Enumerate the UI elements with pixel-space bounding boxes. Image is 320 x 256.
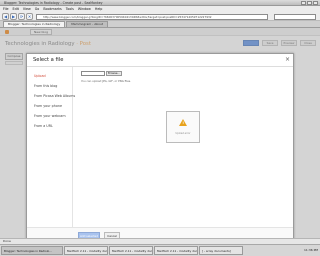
source-this-blog[interactable]: From this blog bbox=[34, 84, 57, 88]
back-button[interactable]: ◀ bbox=[2, 12, 9, 20]
menu-bookmarks[interactable]: Bookmarks bbox=[43, 7, 61, 11]
menu-help[interactable]: Help bbox=[95, 7, 103, 11]
forward-button[interactable]: ▶ bbox=[10, 12, 17, 20]
file-path-input[interactable] bbox=[81, 71, 105, 76]
maximize-button[interactable] bbox=[307, 1, 312, 5]
taskbar-item[interactable]: MedTech 2.11 - modality docum... bbox=[64, 246, 108, 255]
window-title: Blogger: Technologies in Radiology - Cre… bbox=[4, 0, 103, 5]
window-controls bbox=[301, 1, 318, 5]
taskbar-item[interactable]: MedTech 2.11 - modality docum... bbox=[154, 246, 198, 255]
browse-button[interactable]: Browse... bbox=[106, 71, 122, 76]
menu-tools[interactable]: Tools bbox=[66, 7, 74, 11]
clock: 11:36 PM bbox=[304, 248, 318, 252]
source-picasa[interactable]: From Picasa Web Albums bbox=[34, 94, 75, 98]
menu-file[interactable]: File bbox=[3, 7, 9, 11]
uploaded-thumbnail[interactable]: ! Upload error bbox=[166, 111, 200, 143]
page-content: New blog Technologies in Radiology · Pos… bbox=[0, 28, 320, 244]
taskbar-item[interactable]: Blogger: Technologies in Radiolo... bbox=[1, 246, 63, 255]
upload-hint: You can upload JPG, GIF, or PNG files. bbox=[81, 79, 132, 83]
taskbar: Blogger: Technologies in Radiolo... MedT… bbox=[0, 244, 320, 256]
address-bar[interactable]: http://www.blogger.com/blogger.g?blogID=… bbox=[36, 13, 268, 20]
minimize-button[interactable] bbox=[301, 1, 306, 5]
reload-button[interactable]: ⟳ bbox=[18, 12, 25, 20]
menu-edit[interactable]: Edit bbox=[13, 7, 19, 11]
close-window-button[interactable] bbox=[313, 1, 318, 5]
source-upload[interactable]: Upload bbox=[34, 74, 46, 78]
source-phone[interactable]: From your phone bbox=[34, 104, 62, 108]
taskbar-item[interactable]: MedTech 2.11 - modality docum... bbox=[109, 246, 153, 255]
close-icon[interactable]: × bbox=[285, 56, 290, 63]
select-file-dialog: Select a file × Upload From this blog Fr… bbox=[26, 53, 294, 241]
source-list: Upload From this blog From Picasa Web Al… bbox=[27, 67, 75, 227]
tab-mammogram[interactable]: Mammogram - About bbox=[66, 21, 109, 27]
source-webcam[interactable]: From your webcam bbox=[34, 114, 66, 118]
source-url[interactable]: From a URL bbox=[34, 124, 53, 128]
menu-view[interactable]: View bbox=[23, 7, 31, 11]
stop-button[interactable]: ✕ bbox=[26, 12, 33, 20]
dialog-title: Select a file bbox=[33, 57, 64, 63]
menu-window[interactable]: Window bbox=[78, 7, 91, 11]
menu-go[interactable]: Go bbox=[35, 7, 40, 11]
tab-strip: Blogger: Technologies in Radiology Mammo… bbox=[0, 21, 320, 28]
navigation-toolbar: ◀ ▶ ⟳ ✕ http://www.blogger.com/blogger.g… bbox=[0, 12, 320, 21]
taskbar-item[interactable]: [ - array documents] bbox=[199, 246, 243, 255]
thumbnail-caption: Upload error bbox=[175, 132, 191, 135]
search-box[interactable] bbox=[274, 13, 316, 20]
tab-blogger[interactable]: Blogger: Technologies in Radiology bbox=[3, 21, 66, 27]
